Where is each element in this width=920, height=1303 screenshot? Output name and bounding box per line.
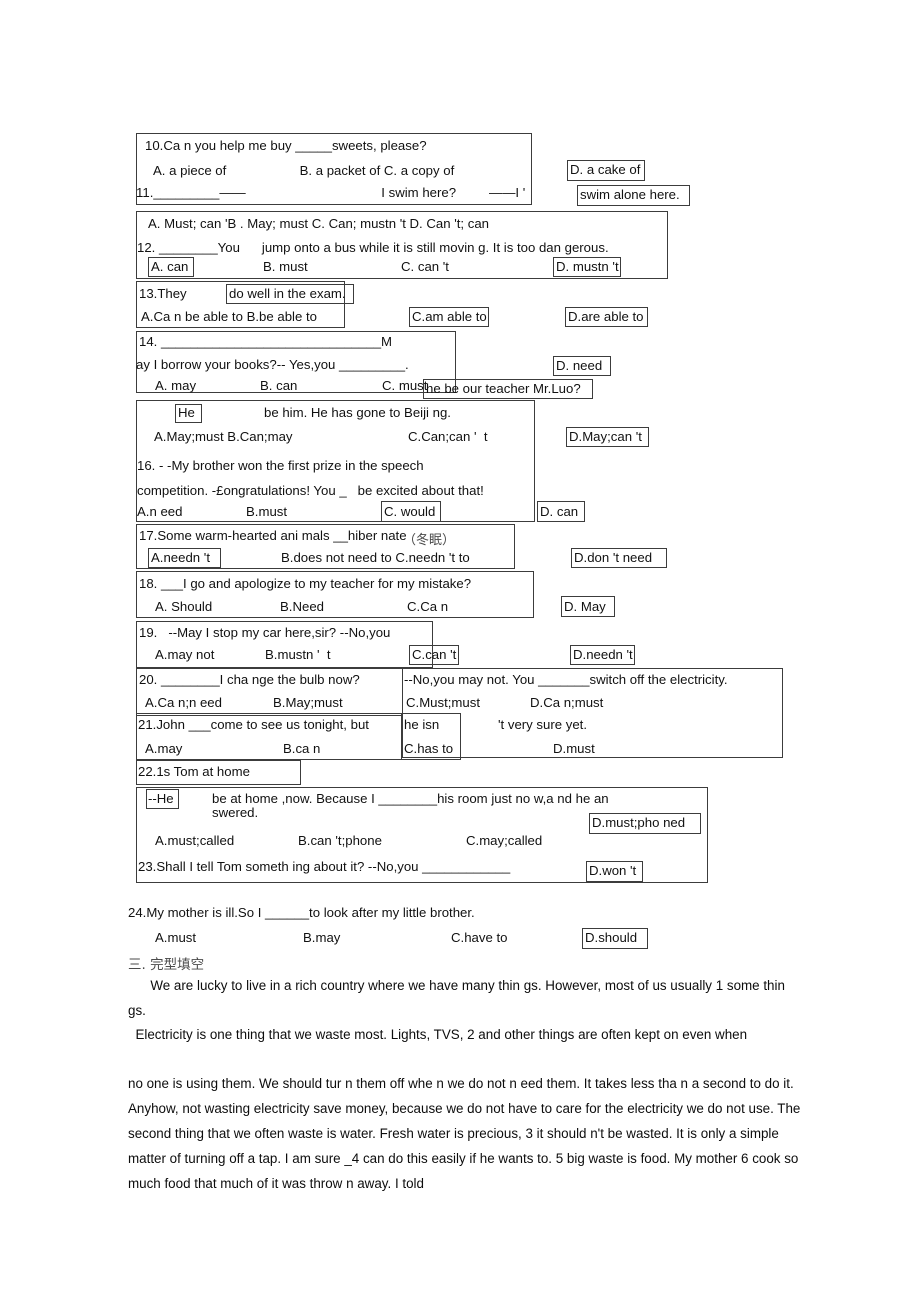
- section-heading-cloze: 三. 完型填空: [128, 957, 205, 973]
- q15-option-d: D.May;can 't: [569, 429, 642, 444]
- q23-option-d: D.won 't: [589, 863, 637, 878]
- q19-option-b: B.mustn ' t: [265, 647, 331, 662]
- q12-option-c: C. can 't: [401, 259, 449, 274]
- q13-options-ab: A.Ca n be able to B.be able to: [141, 309, 317, 324]
- q24-option-d: D.should: [585, 930, 638, 945]
- q21-option-b: B.ca n: [283, 741, 321, 756]
- q12-option-b: B. must: [263, 259, 308, 274]
- q22-sub-c: swered.: [212, 805, 259, 820]
- q13-stem-b: do well in the exam.: [229, 286, 346, 301]
- q15-options-ab: A.May;must B.Can;may: [154, 429, 293, 444]
- q20-stem-right: --No,you may not. You _______switch off …: [404, 672, 728, 687]
- q12-option-d: D. mustn 't: [556, 259, 619, 274]
- q14-option-b: B. can: [260, 378, 298, 393]
- q18-option-b: B.Need: [280, 599, 324, 614]
- q16-option-b: B.must: [246, 504, 288, 519]
- q22-sub-a: --He: [148, 791, 174, 806]
- q15-option-c: C.Can;can ' t: [408, 429, 488, 444]
- q16-stem-line2: competition. -£ongratulations! You _ be …: [137, 483, 484, 498]
- worksheet-page: 10.Ca n you help me buy _____sweets, ple…: [0, 0, 920, 1303]
- q17-stem-chinese-gloss: （冬眠）: [403, 533, 456, 548]
- q24-option-b: B.may: [303, 930, 341, 945]
- q12-option-a: A. can: [151, 259, 189, 274]
- q23-stem: 23.Shall I tell Tom someth ing about it?…: [138, 859, 511, 874]
- q21-option-d: D.must: [553, 741, 595, 756]
- q15-stem-b: be him. He has gone to Beiji ng.: [264, 405, 451, 420]
- q21-stem-c: 't very sure yet.: [498, 717, 587, 732]
- passage-paragraph-2: Electricity is one thing that we waste m…: [128, 1027, 748, 1042]
- q21-option-c: C.has to: [404, 741, 454, 756]
- q13-stem-a: 13.They: [139, 286, 187, 301]
- q18-stem: 18. ___I go and apologize to my teacher …: [139, 576, 472, 591]
- q14-option-c: C. must: [382, 378, 428, 393]
- q17-option-a: A.needn 't: [151, 550, 210, 565]
- q22-option-b: B.can 't;phone: [298, 833, 382, 848]
- passage-paragraph-1: We are lucky to live in a rich country w…: [128, 978, 789, 1018]
- q13-option-d: D.are able to: [568, 309, 644, 324]
- q17-stem: 17.Some warm-hearted ani mals __hiber na…: [139, 528, 407, 543]
- q18-option-a: A. Should: [155, 599, 213, 614]
- q19-option-a: A.may not: [155, 647, 215, 662]
- q22-option-a: A.must;called: [155, 833, 235, 848]
- q22-stem: 22.1s Tom at home: [138, 764, 250, 779]
- q21-stem-b: he isn: [404, 717, 440, 732]
- q11-options-line: A. Must; can 'B . May; must C. Can; must…: [148, 216, 490, 231]
- q20-option-b: B.May;must: [273, 695, 343, 710]
- q20-stem: 20. ________I cha nge the bulb now?: [139, 672, 360, 687]
- q14-stem-line1: 14. ______________________________M: [139, 334, 393, 349]
- q10-stem: 10.Ca n you help me buy _____sweets, ple…: [145, 138, 427, 153]
- q20-option-c: C.Must;must: [406, 695, 481, 710]
- q21-stem-a: 21.John ___come to see us tonight, but: [138, 717, 369, 732]
- q16-option-d: D. can: [540, 504, 579, 519]
- q15-stem-a: He: [178, 405, 195, 420]
- q24-option-c: C.have to: [451, 930, 508, 945]
- q22-option-d: D.must;pho ned: [592, 815, 686, 830]
- q20-option-d: D.Ca n;must: [530, 695, 604, 710]
- q16-option-c: C. would: [384, 504, 436, 519]
- q11-stem: 11._________—— I swim here? ——I ': [136, 185, 526, 200]
- q13-option-c: C.am able to: [412, 309, 487, 324]
- q12-stem: 12. ________You jump onto a bus while it…: [137, 240, 609, 255]
- q10-options-line: A. a piece of B. a packet of C. a copy o…: [153, 163, 455, 178]
- q22-sub-b: be at home ,now. Because I ________his r…: [212, 791, 609, 806]
- q14-stem-line2: ay I borrow your books?-- Yes,you ______…: [136, 357, 409, 372]
- q17-option-d: D.don 't need: [574, 550, 653, 565]
- q19-stem: 19. --May I stop my car here,sir? --No,y…: [139, 625, 391, 640]
- q17-options-bc: B.does not need to C.needn 't to: [281, 550, 470, 565]
- q16-stem-line1: 16. - -My brother won the first prize in…: [137, 458, 424, 473]
- q18-option-c: C.Ca n: [407, 599, 449, 614]
- q21-option-a: A.may: [145, 741, 183, 756]
- q14-option-d: D. need: [556, 358, 603, 373]
- q16-option-a: A.n eed: [137, 504, 183, 519]
- q19-option-d: D.needn 't: [573, 647, 633, 662]
- q11-fragment: swim alone here.: [580, 187, 680, 202]
- q10-option-d: D. a cake of: [570, 162, 641, 177]
- q24-option-a: A.must: [155, 930, 197, 945]
- q18-option-d: D. May: [564, 599, 606, 614]
- q14-option-a: A. may: [155, 378, 197, 393]
- q24-stem: 24.My mother is ill.So I ______to look a…: [128, 905, 475, 920]
- q19-option-c: C.can 't: [412, 647, 457, 662]
- q22-option-c: C.may;called: [466, 833, 543, 848]
- q14-float-fragment: he be our teacher Mr.Luo?: [426, 381, 581, 396]
- passage-paragraph-3: no one is using them. We should tur n th…: [128, 1076, 805, 1191]
- q20-option-a: A.Ca n;n eed: [145, 695, 222, 710]
